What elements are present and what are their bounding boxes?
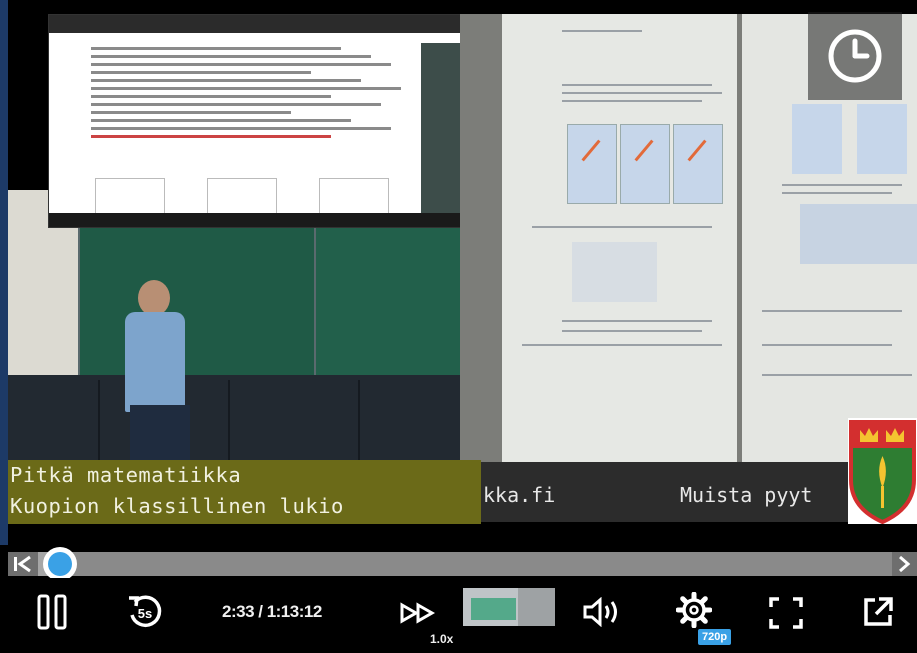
teacher-head <box>138 280 170 316</box>
volume-icon <box>583 597 617 627</box>
school-crest-logo <box>848 418 917 525</box>
doc-figure <box>95 178 165 218</box>
teacher-legs <box>130 405 190 460</box>
book-info-box <box>800 204 917 264</box>
skip-end-icon <box>898 555 910 573</box>
book-page-left <box>502 14 737 462</box>
book-graph <box>792 104 842 174</box>
screen-side-image <box>421 43 461 213</box>
fullscreen-icon <box>769 597 803 629</box>
screen-toolbar <box>49 15 461 33</box>
skip-start-icon <box>14 555 31 573</box>
cabinet-divider <box>228 380 230 460</box>
settings-button[interactable] <box>674 590 714 630</box>
playback-speed-button[interactable] <box>398 598 440 628</box>
screen-share-inset <box>48 14 462 228</box>
video-player[interactable]: kka.fi Muista pyyt Pitkä matematiikka Ku… <box>0 0 917 653</box>
book-text-line <box>782 184 902 186</box>
book-text-line <box>522 344 722 346</box>
caption-course-title: Pitkä matematiikka <box>10 463 242 487</box>
preview-thumbnail <box>463 588 555 626</box>
book-text-line <box>562 330 702 332</box>
seek-thumb[interactable] <box>43 547 78 581</box>
lower-third-caption: Pitkä matematiikka Kuopion klassillinen … <box>8 460 481 524</box>
screen-document <box>87 43 417 218</box>
frame-edge <box>0 0 8 545</box>
doc-text-line <box>91 71 311 74</box>
book-text-line <box>762 344 892 346</box>
cabinets <box>8 375 460 460</box>
doc-text-line <box>91 63 391 66</box>
fullscreen-button[interactable] <box>766 594 806 632</box>
doc-text-line <box>91 95 331 98</box>
book-graph <box>567 124 617 204</box>
doc-text-line <box>91 103 381 106</box>
doc-figure <box>207 178 277 218</box>
chapters-clock-button[interactable] <box>808 12 902 100</box>
book-text-line <box>562 320 712 322</box>
book-text-line <box>762 310 902 312</box>
doc-text-line <box>91 87 401 90</box>
book-graph <box>620 124 670 204</box>
classroom-camera-view <box>8 190 460 460</box>
playback-speed-label: 1.0x <box>430 632 454 646</box>
rewind-5-button[interactable]: 5s <box>125 592 165 632</box>
book-text-line <box>532 226 712 228</box>
external-link-icon <box>864 597 893 626</box>
rewind-5-icon: 5s <box>129 595 162 628</box>
pause-icon <box>37 594 67 630</box>
doc-highlight-line <box>91 135 331 138</box>
book-text-line <box>562 92 722 94</box>
doc-figure <box>319 178 389 218</box>
doc-text-line <box>91 79 361 82</box>
crest-icon <box>848 418 917 525</box>
doc-text-line <box>91 119 351 122</box>
book-text-line <box>562 84 712 86</box>
book-heading-line <box>562 30 642 32</box>
screen-taskbar <box>49 213 461 227</box>
book-text-line <box>562 100 702 102</box>
book-table <box>572 242 657 302</box>
teacher-body <box>125 312 185 412</box>
seek-start-button[interactable] <box>8 552 38 576</box>
pause-button[interactable] <box>32 592 72 632</box>
fast-forward-icon <box>400 602 436 624</box>
caption-school-name: Kuopion klassillinen lukio <box>10 494 344 518</box>
book-text-line <box>762 374 912 376</box>
doc-text-line <box>91 55 371 58</box>
doc-text-line <box>91 47 341 50</box>
time-display: 2:33 / 1:13:12 <box>222 602 322 621</box>
clock-icon <box>828 29 882 83</box>
ticker-message: Muista pyyt <box>680 483 813 507</box>
popout-button[interactable] <box>858 592 898 632</box>
seek-end-button[interactable] <box>892 552 917 576</box>
book-graph <box>673 124 723 204</box>
doc-text-line <box>91 127 391 130</box>
doc-text-line <box>91 111 291 114</box>
svg-text:5s: 5s <box>138 606 152 621</box>
cabinet-divider <box>358 380 360 460</box>
seek-bar[interactable] <box>8 552 913 576</box>
quality-badge: 720p <box>698 629 732 645</box>
ticker-url: kka.fi <box>483 483 556 507</box>
book-graph <box>857 104 907 174</box>
volume-button[interactable] <box>580 592 626 632</box>
book-text-line <box>782 192 892 194</box>
cabinet-divider <box>98 380 100 460</box>
gear-icon <box>676 592 712 628</box>
